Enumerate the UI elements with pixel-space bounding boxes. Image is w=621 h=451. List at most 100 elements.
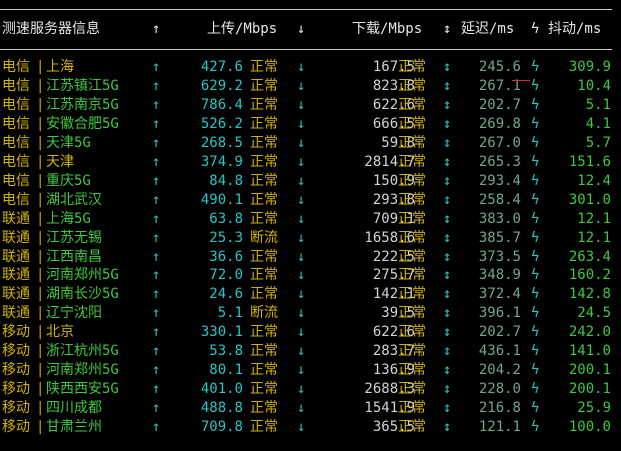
table-row: 联通 | 江苏无锡 ↑ 25.3 断流 ↓ 1658.6 正常 ↕ 385.7 ϟ 12.1 [0,229,621,248]
sort-arrow-icon: ↕ [443,286,452,303]
jitter-value: 263.4 [568,248,611,265]
download-status: 正常 [398,305,426,322]
up-arrow-icon: ↑ [152,78,161,94]
latency-value: 202.7 [478,96,521,113]
up-arrow-icon: ↑ [152,343,161,360]
latency-value: 436.1 [478,343,521,360]
sort-arrow-icon: ↕ [443,381,452,398]
up-arrow-icon: ↑ [152,229,161,246]
flash-icon: ϟ [531,286,540,303]
up-arrow-icon: ↑ [152,419,161,436]
upload-status: 正常 [250,96,278,113]
isp-label: 电信 [2,172,30,189]
upload-status: 正常 [250,115,278,132]
down-arrow-icon: ↓ [297,324,306,341]
separator-bar: | [36,229,45,246]
down-arrow-icon: ↓ [297,191,306,208]
table-row: 移动 | 浙江杭州5G ↑ 53.8 正常 ↓ 283.7 正常 ↕ 436.1 ϟ 141.0 [0,342,621,361]
jitter-value: 200.1 [568,381,611,398]
table-row: 电信 | 天津 ↑ 374.9 正常 ↓ 2814.7 正常 ↕ 265.3 ϟ 151.6 [0,153,621,172]
download-status: 正常 [398,248,426,265]
isp-label: 联通 [2,248,30,265]
sort-arrow-icon: ↕ [443,248,452,265]
download-status: 正常 [398,191,426,208]
upload-value: 401.0 [200,381,243,398]
terminal-window: 测速服务器信息 ↑ 上传/Mbps ↓ 下载/Mbps ↕ 延迟/ms ϟ 抖动… [0,0,621,451]
up-arrow-icon: ↑ [152,267,161,284]
isp-label: 移动 [2,400,30,417]
city-label: 陕西西安5G [46,381,119,398]
header-download: 下载/Mbps [352,21,423,37]
separator-bar: | [36,267,45,284]
city-label: 江西南昌 [46,248,102,265]
upload-status: 正常 [250,78,278,94]
up-arrow-icon: ↑ [152,305,161,322]
flash-icon: ϟ [531,400,540,417]
upload-value: 490.1 [200,191,243,208]
upload-status: 正常 [250,153,278,170]
latency-value: 216.8 [478,400,521,417]
upload-status: 正常 [250,343,278,360]
separator-bar: | [36,115,45,132]
flash-icon: ϟ [531,153,540,170]
up-arrow-icon: ↑ [152,191,161,208]
upload-value: 629.2 [200,78,243,94]
upload-value: 84.8 [209,172,243,189]
upload-value: 330.1 [200,324,243,341]
separator-bar: | [36,305,45,322]
city-label: 重庆5G [46,172,91,189]
latency-value: 258.4 [478,191,521,208]
sort-arrow-icon: ↕ [443,305,452,322]
latency-value: 267.0 [478,134,521,151]
flash-icon: ϟ [531,419,540,436]
download-status: 正常 [398,172,426,189]
separator-bar: | [36,172,45,189]
separator-bar: | [36,419,45,436]
upload-value: 268.5 [200,134,243,151]
upload-status: 正常 [250,191,278,208]
upload-value: 786.4 [200,96,243,113]
upload-status: 正常 [250,172,278,189]
latency-value: 228.0 [478,381,521,398]
table-row: 联通 | 江西南昌 ↑ 36.6 正常 ↓ 222.5 正常 ↕ 373.5 ϟ 263.4 [0,248,621,267]
jitter-value: 12.1 [577,210,611,227]
upload-status: 正常 [250,419,278,436]
table-row: 移动 | 陕西西安5G ↑ 401.0 正常 ↓ 2688.3 正常 ↕ 228.0 ϟ 200.1 [0,380,621,399]
jitter-value: 141.0 [568,343,611,360]
download-status: 正常 [398,229,426,246]
upload-status: 正常 [250,248,278,265]
flash-icon: ϟ [531,229,540,246]
latency-value: 372.4 [478,286,521,303]
flash-icon: ϟ [531,267,540,284]
down-arrow-icon: ↓ [297,305,306,322]
isp-label: 电信 [2,191,30,208]
down-arrow-icon: ↓ [297,381,306,398]
table-row: 电信 | 江苏南京5G ↑ 786.4 正常 ↓ 622.6 正常 ↕ 202.7 ϟ 5.1 [0,96,621,115]
upload-status: 正常 [250,210,278,227]
upload-value: 427.6 [200,59,243,75]
jitter-value: 10.4 [577,78,611,94]
down-arrow-icon: ↓ [297,267,306,284]
table-row: 联通 | 河南郑州5G ↑ 72.0 正常 ↓ 275.7 正常 ↕ 348.9 ϟ 160.2 [0,266,621,285]
upload-value: 25.3 [209,229,243,246]
download-status: 正常 [398,381,426,398]
red-underline-mark [512,80,530,81]
down-arrow-icon: ↓ [297,172,306,189]
flash-icon: ϟ [531,343,540,360]
upload-status: 正常 [250,381,278,398]
sort-arrow-icon: ↕ [443,78,452,94]
flash-icon: ϟ [531,96,540,113]
upload-value: 80.1 [209,362,243,379]
down-arrow-icon: ↓ [297,286,306,303]
upload-status: 正常 [250,400,278,417]
up-arrow-icon: ↑ [152,172,161,189]
city-label: 河南郑州5G [46,362,119,379]
flash-icon: ϟ [531,191,540,208]
sort-arrow-icon: ↕ [443,324,452,341]
separator-bar: | [36,78,45,94]
jitter-value: 12.4 [577,172,611,189]
flash-icon: ϟ [531,172,540,189]
city-label: 上海 [46,59,74,75]
header-down-arrow-icon: ↓ [297,21,306,37]
table-row: 移动 | 四川成都 ↑ 488.8 正常 ↓ 1541.9 正常 ↕ 216.8 ϟ 25.9 [0,399,621,418]
